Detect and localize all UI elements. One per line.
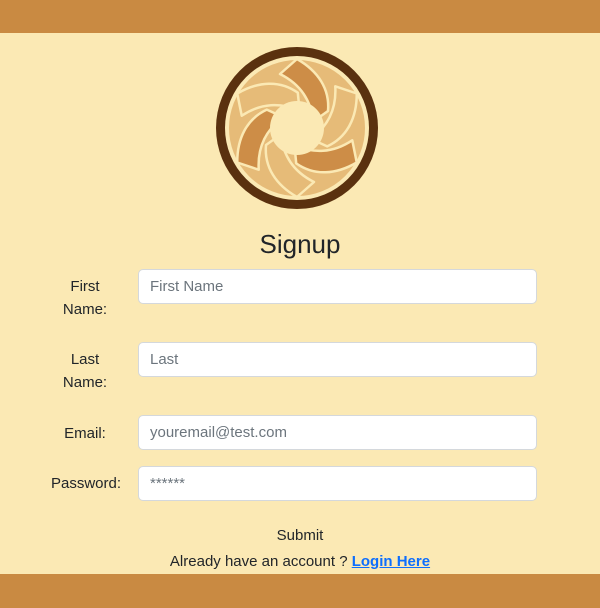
top-bar bbox=[0, 0, 600, 33]
bottom-bar bbox=[0, 574, 600, 608]
first-name-input[interactable] bbox=[138, 269, 537, 304]
submit-button[interactable]: Submit bbox=[250, 523, 350, 547]
page-title: Signup bbox=[259, 229, 341, 259]
last-name-label: Last Name: bbox=[62, 351, 108, 391]
email-label: Email: bbox=[64, 425, 106, 442]
first-name-label: First Name: bbox=[62, 278, 108, 318]
password-input[interactable] bbox=[138, 466, 537, 501]
aperture-logo-icon bbox=[210, 41, 384, 215]
login-link[interactable]: Login Here bbox=[352, 553, 430, 570]
login-prompt: Already have an account ? Login Here bbox=[0, 553, 600, 570]
password-label: Password: bbox=[50, 475, 122, 492]
last-name-input[interactable] bbox=[138, 342, 537, 377]
email-input[interactable] bbox=[138, 415, 537, 450]
login-prompt-text: Already have an account ? bbox=[169, 553, 352, 570]
